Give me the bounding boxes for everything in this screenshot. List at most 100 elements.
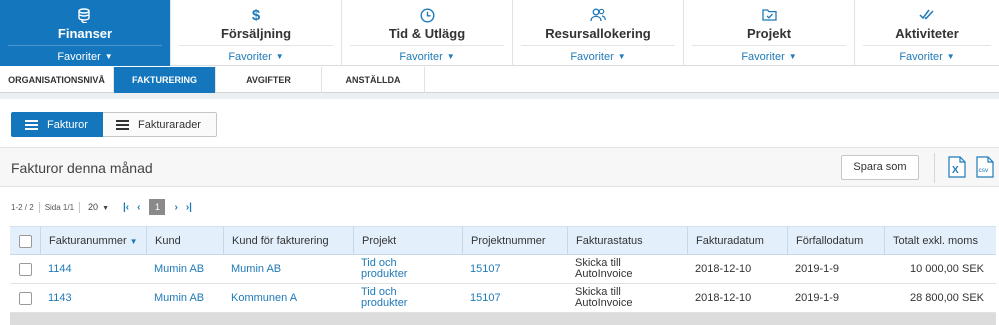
invoice-status: Skicka till AutoInvoice [575, 257, 633, 280]
page-indicator: Sida 1/1 [44, 202, 75, 212]
chevron-down-icon: ▼ [275, 52, 284, 61]
last-page-icon[interactable]: ›| [186, 202, 192, 213]
section-divider [0, 93, 999, 99]
invoice-number-link[interactable]: 1143 [40, 284, 146, 312]
nav-projekt[interactable]: Projekt Favoriter ▼ [684, 0, 855, 66]
divider [934, 153, 935, 183]
check-icon [855, 8, 999, 24]
invoice-rows-toggle-button[interactable]: Fakturarader [103, 112, 217, 137]
subtab-fakturering[interactable]: FAKTURERING [114, 67, 216, 93]
subtab-avgifter[interactable]: AVGIFTER [216, 67, 322, 93]
due-date: 2019-1-9 [795, 262, 840, 275]
panel-header: Fakturor denna månad Spara som X csv [0, 147, 999, 187]
nav-divider [179, 45, 333, 46]
invoice-date: 2018-12-10 [695, 291, 752, 304]
customer-link[interactable]: Mumin AB [146, 255, 223, 283]
table-row[interactable]: 1144 Mumin AB Mumin AB Tid och produkter … [10, 255, 996, 284]
chevron-down-icon: ▼ [104, 52, 113, 61]
row-checkbox[interactable] [19, 262, 32, 276]
nav-resursallokering[interactable]: Resursallokering Favoriter ▼ [513, 0, 684, 66]
column-header-forfallodatum[interactable]: Förfallodatum [787, 227, 884, 255]
column-header-projektnummer[interactable]: Projektnummer [462, 227, 567, 255]
chevron-down-icon: ▼ [617, 52, 626, 61]
first-page-icon[interactable]: |‹ [123, 202, 129, 213]
svg-text:X: X [952, 165, 959, 176]
favorites-dropdown[interactable]: Favoriter ▼ [684, 51, 854, 63]
nav-label: Finanser [57, 26, 113, 41]
favorites-dropdown[interactable]: Favoriter ▼ [855, 51, 999, 63]
column-header-fakturadatum[interactable]: Fakturadatum [687, 227, 787, 255]
subtab-anstallda[interactable]: ANSTÄLLDA [322, 67, 425, 93]
row-checkbox[interactable] [19, 291, 32, 305]
invoices-toggle-label: Fakturor [47, 118, 88, 131]
select-all-cell [10, 227, 40, 255]
nav-tid-utlagg[interactable]: Tid & Utlägg Favoriter ▼ [342, 0, 513, 66]
row-select-cell [10, 284, 40, 312]
page-size-select[interactable]: 20 ▼ [88, 202, 109, 212]
chevron-down-icon: ▼ [446, 52, 455, 61]
list-icon [116, 119, 129, 130]
favorites-dropdown[interactable]: Favoriter ▼ [0, 51, 170, 63]
nav-divider [692, 45, 846, 46]
table-header: Fakturanummer ▼ Kund Kund för fakturering… [10, 226, 996, 255]
excel-export-icon[interactable]: X [948, 156, 966, 178]
total-excl-vat: 28 800,00 SEK [909, 291, 984, 304]
pagination: 1-2 / 2 Sida 1/1 20 ▼ |‹ ‹ 1 › ›| [11, 199, 196, 215]
column-header-fakturastatus[interactable]: Fakturastatus [567, 227, 687, 255]
divider [79, 201, 81, 213]
select-all-checkbox[interactable] [19, 234, 32, 248]
project-link[interactable]: Tid och produkter [353, 284, 462, 312]
chevron-down-icon: ▼ [102, 205, 109, 212]
next-page-icon[interactable]: › [174, 202, 177, 213]
customer-link[interactable]: Mumin AB [146, 284, 223, 312]
project-number-link[interactable]: 15107 [462, 284, 567, 312]
column-header-projekt[interactable]: Projekt [353, 227, 462, 255]
subtab-organisationsniva[interactable]: ORGANISATIONSNIVÅ [0, 67, 114, 93]
invoices-toggle-button[interactable]: Fakturor [11, 112, 103, 137]
nav-forsaljning[interactable]: $ Försäljning Favoriter ▼ [171, 0, 342, 66]
invoice-number-link[interactable]: 1144 [40, 255, 146, 283]
sub-navigation: ORGANISATIONSNIVÅ FAKTURERING AVGIFTER A… [0, 67, 999, 93]
current-page-button[interactable]: 1 [149, 199, 166, 215]
previous-page-icon[interactable]: ‹ [137, 202, 140, 213]
row-select-cell [10, 255, 40, 283]
column-header-kund[interactable]: Kund [146, 227, 223, 255]
due-date: 2019-1-9 [795, 291, 840, 304]
svg-text:csv: csv [979, 167, 990, 174]
nav-label: Resursallokering [545, 26, 651, 41]
favorites-dropdown[interactable]: Favoriter ▼ [513, 51, 683, 63]
invoice-rows-toggle-label: Fakturarader [138, 118, 201, 131]
table-row[interactable]: 1143 Mumin AB Kommunen A Tid och produkte… [10, 284, 996, 313]
column-header-totalt-exkl-moms[interactable]: Totalt exkl. moms [884, 227, 996, 255]
favorites-dropdown[interactable]: Favoriter ▼ [342, 51, 512, 63]
nav-divider [8, 45, 162, 46]
billing-customer-link[interactable]: Kommunen A [223, 284, 353, 312]
record-range: 1-2 / 2 [11, 202, 34, 212]
project-number-link[interactable]: 15107 [462, 255, 567, 283]
main-navigation: Finanser Favoriter ▼ $ Försäljning Favori… [0, 0, 999, 66]
save-as-button[interactable]: Spara som [841, 155, 919, 180]
invoices-table: Fakturanummer ▼ Kund Kund för fakturering… [10, 226, 996, 325]
nav-finanser[interactable]: Finanser Favoriter ▼ [0, 0, 171, 66]
column-header-kund-for-fakturering[interactable]: Kund för fakturering [223, 227, 353, 255]
nav-divider [863, 45, 991, 46]
nav-label: Aktiviteter [895, 26, 959, 41]
nav-label: Försäljning [220, 26, 292, 41]
favorites-dropdown[interactable]: Favoriter ▼ [171, 51, 341, 63]
project-link[interactable]: Tid och produkter [353, 255, 462, 283]
list-icon [25, 119, 38, 130]
table-footer [10, 313, 996, 325]
dollar-icon: $ [251, 7, 261, 24]
nav-aktiviteter[interactable]: Aktiviteter Favoriter ▼ [855, 0, 999, 66]
nav-label: Projekt [746, 26, 792, 41]
divider [38, 201, 40, 213]
page-title: Fakturor denna månad [11, 160, 153, 176]
column-header-fakturanummer[interactable]: Fakturanummer ▼ [40, 227, 146, 255]
folder-icon [684, 8, 854, 24]
nav-divider [350, 45, 504, 46]
chevron-down-icon: ▼ [788, 52, 797, 61]
users-icon [513, 8, 683, 24]
billing-customer-link[interactable]: Mumin AB [223, 255, 353, 283]
nav-divider [521, 45, 675, 46]
csv-export-icon[interactable]: csv [976, 156, 994, 178]
